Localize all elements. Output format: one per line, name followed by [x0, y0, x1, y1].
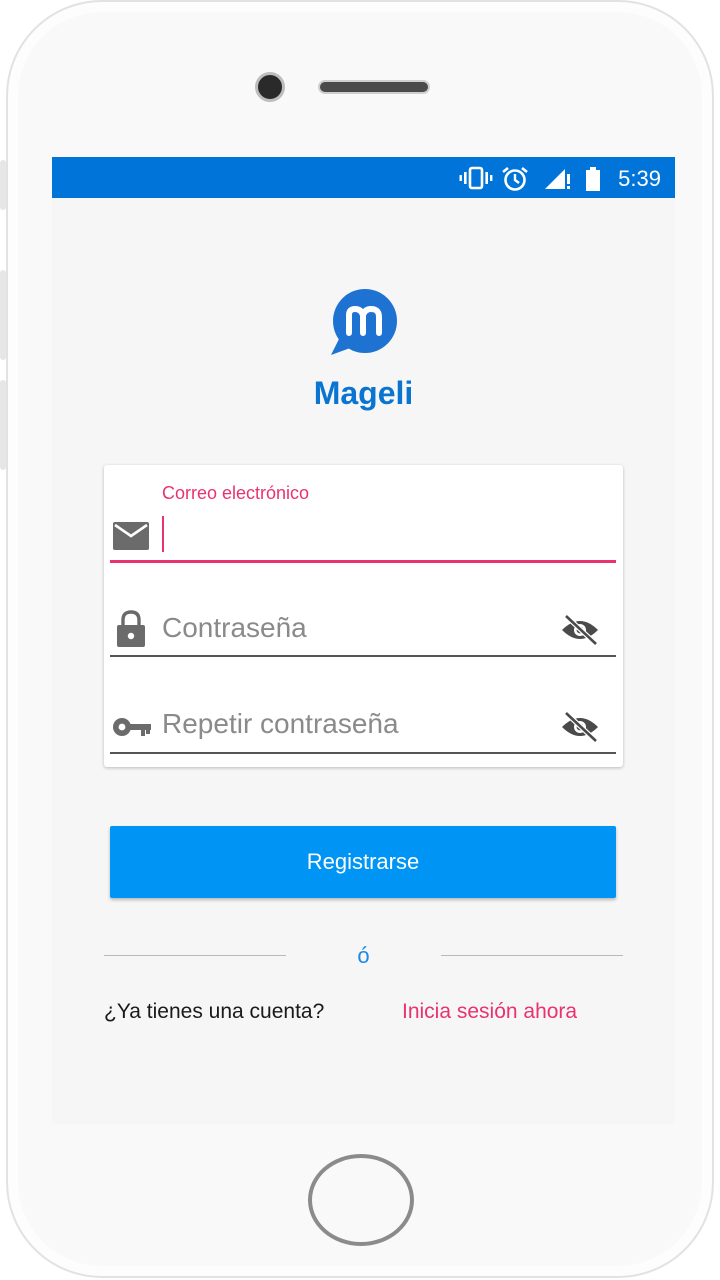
password-field[interactable]: Contraseña [162, 612, 307, 644]
side-button [0, 270, 6, 360]
eye-off-icon[interactable] [560, 711, 600, 743]
status-bar: 5:39 [52, 157, 675, 198]
signal-icon [545, 169, 570, 189]
repeat-password-field[interactable]: Repetir contraseña [162, 708, 399, 740]
login-link[interactable]: Inicia sesión ahora [402, 1000, 577, 1024]
register-button[interactable]: Registrarse [110, 826, 616, 898]
earpiece-speaker [318, 80, 430, 94]
home-button[interactable] [308, 1154, 414, 1246]
password-underline [110, 655, 616, 657]
repeat-password-underline [110, 752, 616, 754]
lock-icon [117, 610, 145, 647]
eye-off-icon[interactable] [560, 614, 600, 646]
side-button [0, 380, 6, 470]
register-form-card: Correo electrónico Contraseña Repetir co… [104, 465, 623, 767]
alarm-icon [502, 166, 528, 191]
chat-bubble-m-icon [331, 289, 397, 355]
email-underline [110, 560, 616, 563]
divider-right [441, 955, 623, 956]
screen: 5:39 Mageli Correo electrónico Contraseñ… [52, 157, 675, 1124]
mail-icon [113, 522, 149, 550]
side-button [0, 160, 6, 210]
or-separator: ó [357, 943, 370, 968]
key-icon [113, 718, 151, 736]
app-title: Mageli [313, 375, 414, 411]
front-camera [255, 72, 285, 102]
email-label: Correo electrónico [162, 483, 310, 503]
email-field[interactable] [162, 516, 164, 552]
have-account-question: ¿Ya tienes una cuenta? [104, 1000, 325, 1023]
vibrate-icon [459, 166, 493, 190]
battery-icon [586, 167, 600, 191]
status-time: 5:39 [618, 166, 661, 191]
